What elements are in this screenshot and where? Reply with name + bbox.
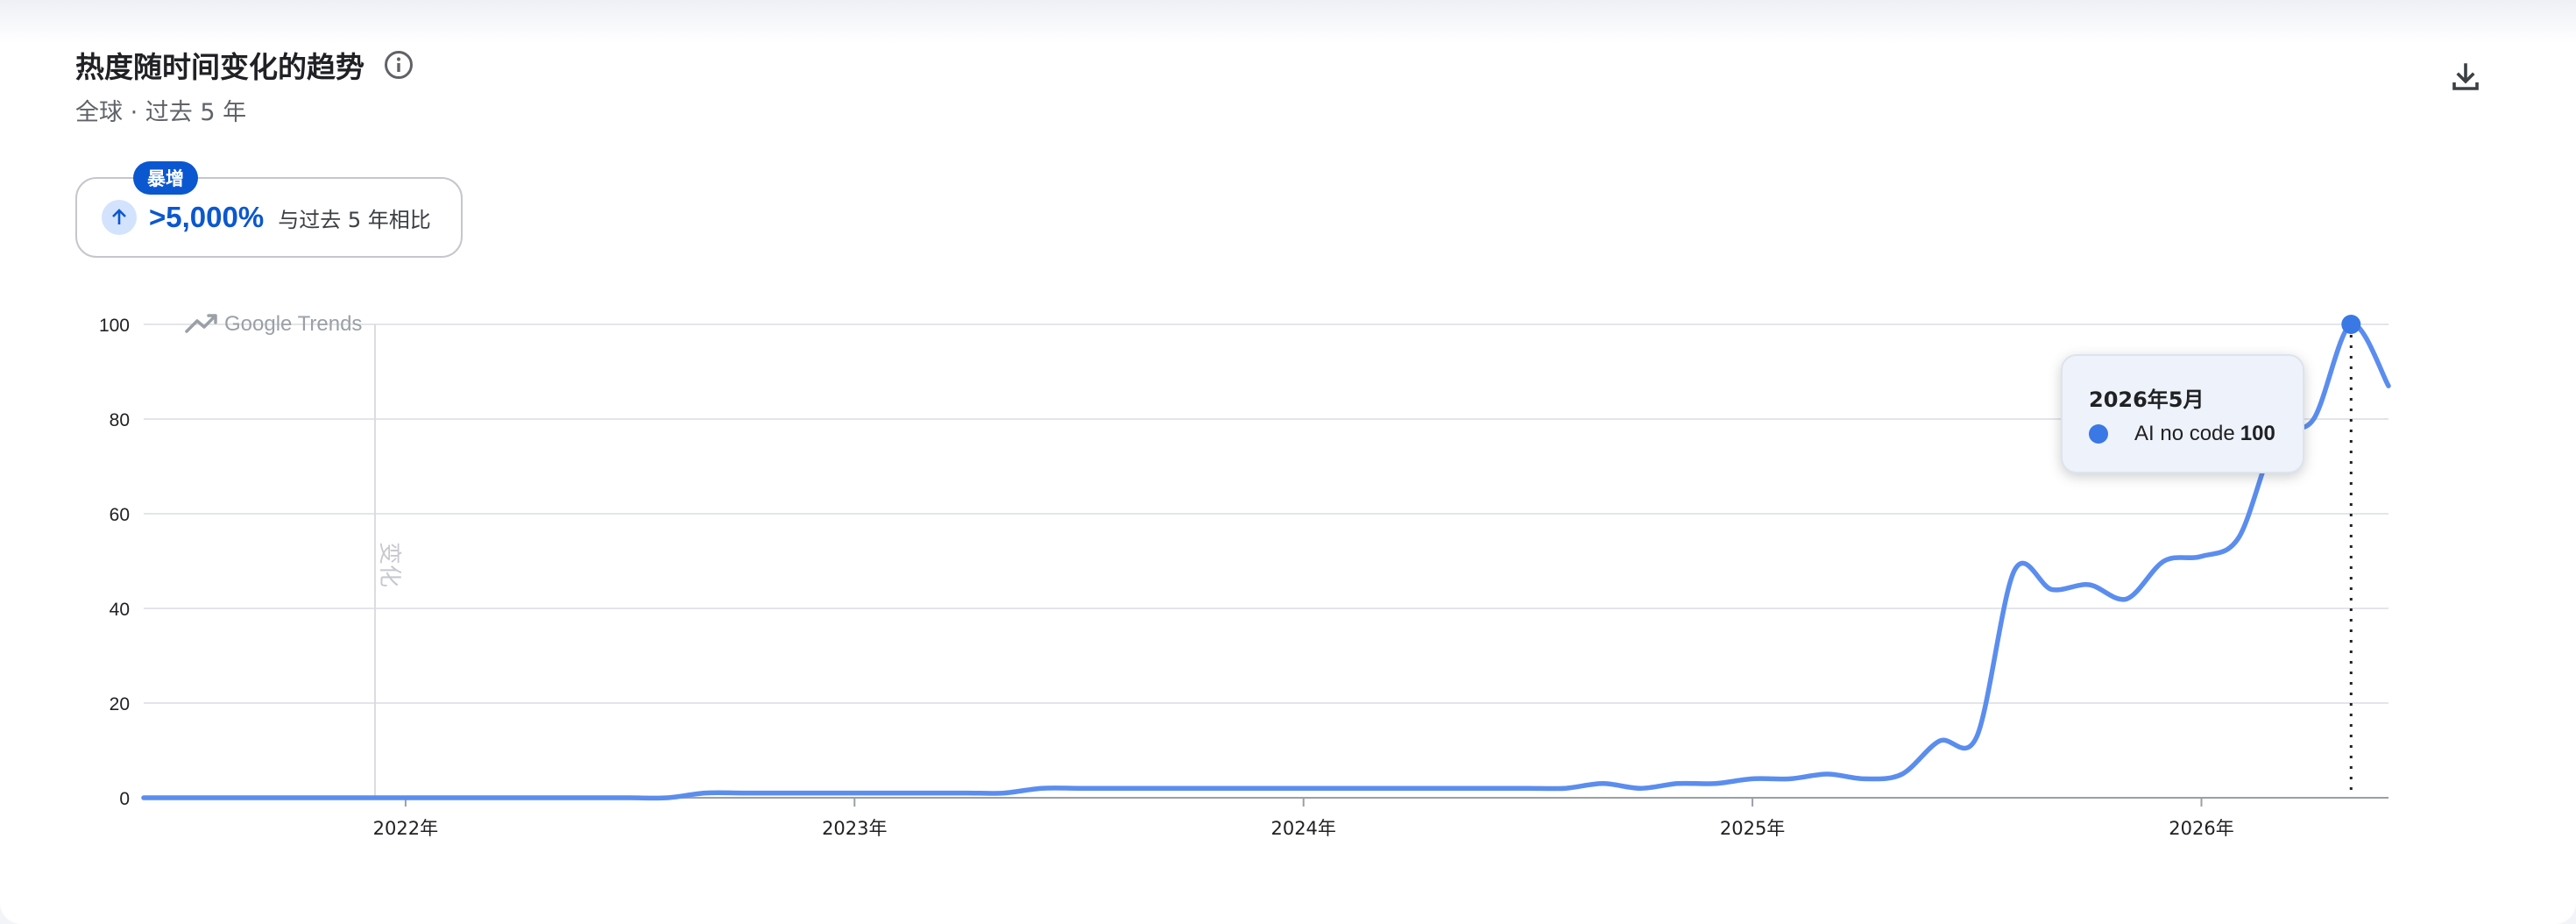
x-tick-label: 2025年 [1720,818,1785,839]
y-tick-label: 20 [110,694,130,714]
series-layer [141,315,2391,801]
x-tick-label: 2022年 [373,818,438,839]
y-tick-label: 60 [110,505,130,525]
x-tick-label: 2024年 [1270,818,1335,839]
tooltip-series: AI no code 100 [2134,422,2275,446]
series-line [141,322,2391,801]
y-tick-label: 0 [119,789,130,809]
highlight-point [2341,315,2361,334]
grid-layer [144,323,2388,799]
x-tick-label: 2026年 [2169,818,2233,839]
tooltip: 2026年5月 AI no code 100 [2061,354,2304,473]
annotation-label: 变化 [376,542,402,587]
y-tick-label: 40 [110,600,130,620]
watermark-text: Google Trends [224,312,362,336]
x-tick-label: 2023年 [822,818,887,839]
tick-layer: 0 20 40 60 80 100 2022年 2023年 2024年 2025年 2026年 [99,316,2234,839]
tooltip-value: 100 [2240,422,2275,445]
y-tick-label: 80 [110,410,130,430]
trend-card: 热度随时间变化的趋势 全球 · 过去 5 年 暴增 >5,000% 与过去 5 … [0,0,2576,924]
tooltip-date: 2026年5月 [2089,387,2204,412]
tooltip-series-name: AI no code [2134,422,2235,445]
series-color-dot [2089,424,2108,444]
stat-badge: 暴增 [133,161,198,195]
y-tick-label: 100 [99,316,130,336]
annotation-layer: 变化 Google Trends [185,312,402,798]
